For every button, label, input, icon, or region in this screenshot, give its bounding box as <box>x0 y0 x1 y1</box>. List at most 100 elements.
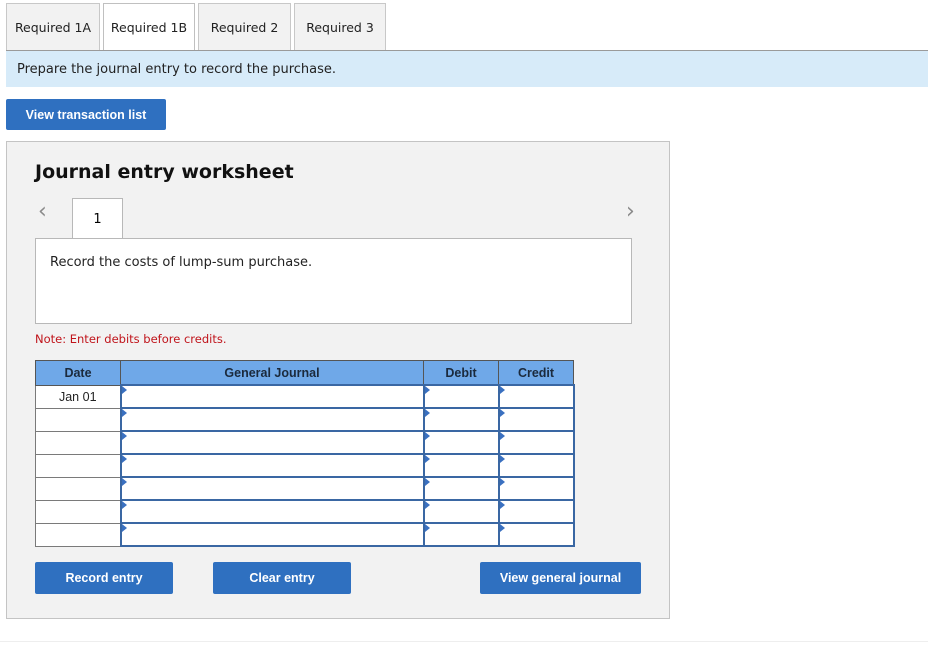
journal-row: Jan 01 <box>35 384 575 409</box>
requirement-tabs: Required 1A Required 1B Required 2 Requi… <box>6 3 389 51</box>
debit-input[interactable] <box>424 455 498 476</box>
account-input[interactable] <box>121 478 423 499</box>
credit-input[interactable] <box>499 478 573 499</box>
credit-cell <box>497 499 575 524</box>
cell-indicator-icon <box>499 386 505 394</box>
account-cell <box>119 384 425 409</box>
cell-indicator-icon <box>499 432 505 440</box>
cell-indicator-icon <box>424 478 430 486</box>
debit-input[interactable] <box>424 432 498 453</box>
chevron-left-icon[interactable]: ‹ <box>38 201 47 223</box>
journal-row <box>35 522 575 547</box>
account-input[interactable] <box>121 432 423 453</box>
credit-cell <box>497 430 575 455</box>
tab-required-3[interactable]: Required 3 <box>294 3 386 50</box>
cell-indicator-icon <box>499 478 505 486</box>
cell-indicator-icon <box>424 455 430 463</box>
record-entry-button[interactable]: Record entry <box>35 562 173 594</box>
page-bottom-divider <box>0 641 928 642</box>
debit-input[interactable] <box>424 386 498 407</box>
cell-indicator-icon <box>121 478 127 486</box>
column-header-general-journal: General Journal <box>120 360 424 386</box>
account-cell <box>119 522 425 547</box>
debit-cell <box>422 476 500 501</box>
credit-input[interactable] <box>499 432 573 453</box>
cell-indicator-icon <box>121 432 127 440</box>
credit-input[interactable] <box>499 501 573 522</box>
cell-indicator-icon <box>121 386 127 394</box>
journal-row <box>35 453 575 478</box>
account-cell <box>119 430 425 455</box>
credit-input[interactable] <box>499 455 573 476</box>
date-cell <box>35 476 121 501</box>
view-general-journal-button[interactable]: View general journal <box>480 562 641 594</box>
tab-required-1a[interactable]: Required 1A <box>6 3 100 50</box>
account-cell <box>119 476 425 501</box>
journal-row <box>35 499 575 524</box>
cell-indicator-icon <box>424 524 430 532</box>
cell-indicator-icon <box>121 409 127 417</box>
cell-indicator-icon <box>121 501 127 509</box>
account-input[interactable] <box>121 409 423 430</box>
cell-indicator-icon <box>121 524 127 532</box>
chevron-right-icon[interactable]: › <box>626 201 635 223</box>
debit-input[interactable] <box>424 501 498 522</box>
account-cell <box>119 453 425 478</box>
cell-indicator-icon <box>499 455 505 463</box>
debit-input[interactable] <box>424 524 498 545</box>
cell-indicator-icon <box>424 501 430 509</box>
cell-indicator-icon <box>499 524 505 532</box>
credit-cell <box>497 453 575 478</box>
account-cell <box>119 407 425 432</box>
credit-cell <box>497 476 575 501</box>
instruction-text: Prepare the journal entry to record the … <box>17 61 337 77</box>
date-cell: Jan 01 <box>35 384 121 409</box>
account-input[interactable] <box>121 455 423 476</box>
cell-indicator-icon <box>121 455 127 463</box>
debit-cell <box>422 407 500 432</box>
transaction-description-box: Record the costs of lump-sum purchase. <box>35 238 632 324</box>
credit-cell <box>497 522 575 547</box>
journal-row <box>35 407 575 432</box>
credit-cell <box>497 407 575 432</box>
journal-row <box>35 430 575 455</box>
credit-input[interactable] <box>499 386 573 407</box>
column-header-credit: Credit <box>498 360 574 386</box>
column-header-date: Date <box>35 360 121 386</box>
account-input[interactable] <box>121 501 423 522</box>
journal-table: Date General Journal Debit Credit Jan 01 <box>35 360 575 547</box>
account-input[interactable] <box>121 524 423 545</box>
debit-cell <box>422 453 500 478</box>
cell-indicator-icon <box>424 386 430 394</box>
date-cell <box>35 407 121 432</box>
debit-input[interactable] <box>424 409 498 430</box>
cell-indicator-icon <box>499 409 505 417</box>
tab-required-2[interactable]: Required 2 <box>198 3 291 50</box>
debit-input[interactable] <box>424 478 498 499</box>
credit-input[interactable] <box>499 524 573 545</box>
cell-indicator-icon <box>499 501 505 509</box>
debit-cell <box>422 522 500 547</box>
cell-indicator-icon <box>424 409 430 417</box>
account-input[interactable] <box>121 386 423 407</box>
debit-cell <box>422 430 500 455</box>
journal-entry-worksheet: Journal entry worksheet ‹ › 1 Record the… <box>6 141 670 619</box>
clear-entry-button[interactable]: Clear entry <box>213 562 351 594</box>
date-cell <box>35 522 121 547</box>
view-transaction-list-button[interactable]: View transaction list <box>6 99 166 130</box>
credit-input[interactable] <box>499 409 573 430</box>
account-cell <box>119 499 425 524</box>
transaction-description: Record the costs of lump-sum purchase. <box>50 255 313 270</box>
date-cell <box>35 499 121 524</box>
journal-header-row: Date General Journal Debit Credit <box>35 360 574 386</box>
journal-row <box>35 476 575 501</box>
debit-credit-note: Note: Enter debits before credits. <box>35 332 227 346</box>
tab-required-1b[interactable]: Required 1B <box>103 3 195 51</box>
date-cell <box>35 430 121 455</box>
worksheet-page-tab-1[interactable]: 1 <box>72 198 123 239</box>
debit-cell <box>422 499 500 524</box>
date-cell <box>35 453 121 478</box>
credit-cell <box>497 384 575 409</box>
column-header-debit: Debit <box>423 360 499 386</box>
instruction-banner: Prepare the journal entry to record the … <box>6 51 928 87</box>
